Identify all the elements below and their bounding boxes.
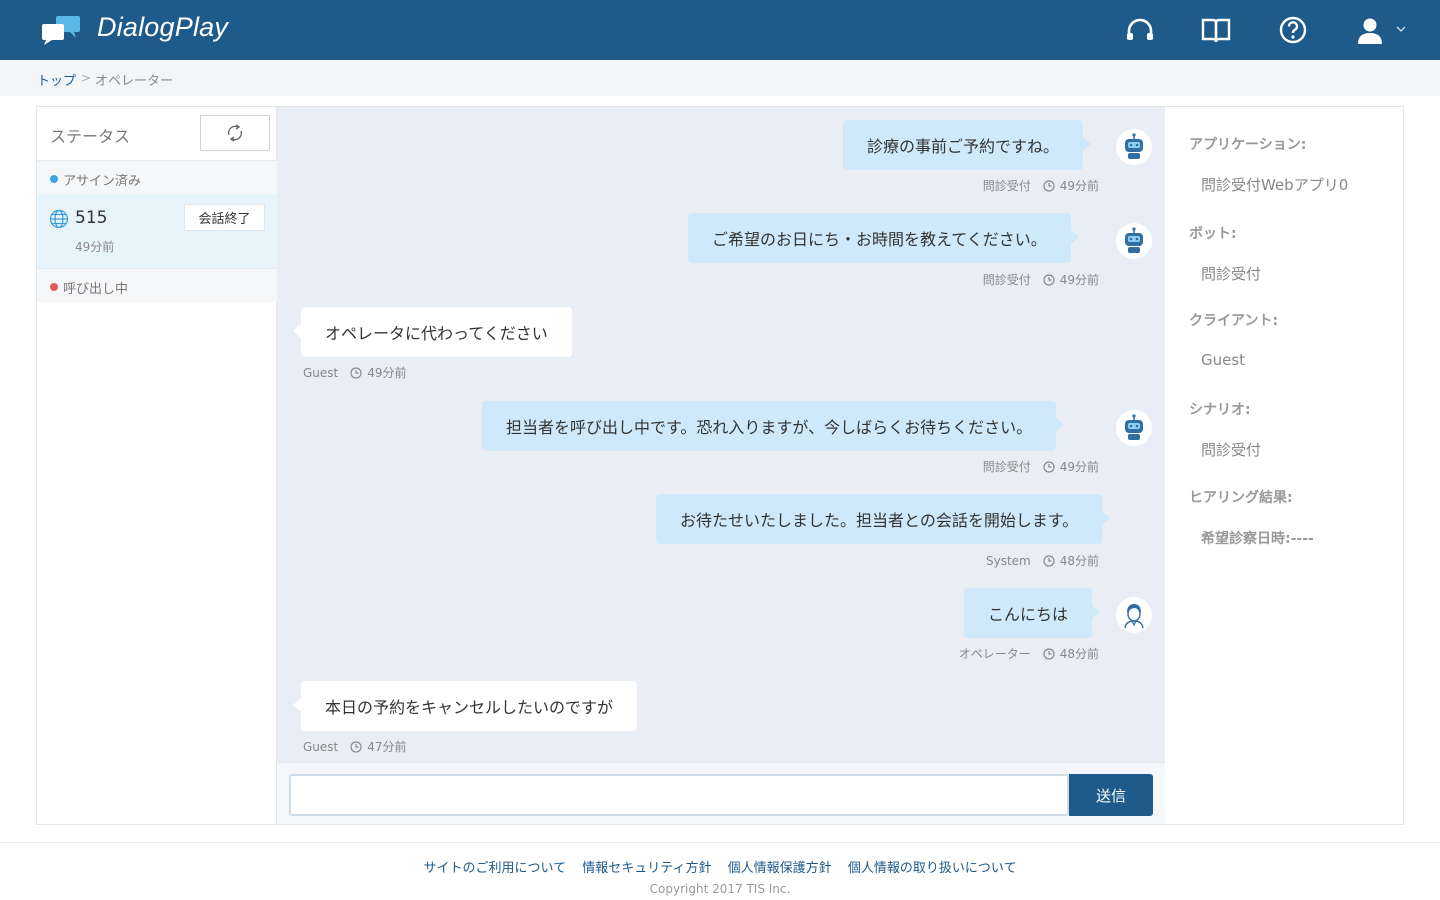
application-label: アプリケーション: bbox=[1189, 137, 1307, 153]
breadcrumb-separator: > bbox=[81, 71, 92, 85]
clock-icon bbox=[1043, 554, 1055, 567]
hearing-result-label: ヒアリング結果: bbox=[1189, 490, 1293, 506]
footer-link-terms[interactable]: サイトのご利用について bbox=[424, 861, 567, 876]
footer: サイトのご利用について 情報セキュリティ方針 個人情報保護方針 個人情報の取り扱… bbox=[0, 842, 1440, 900]
conversation-id: 515 bbox=[75, 208, 108, 228]
message-time: 49分前 bbox=[1059, 179, 1099, 193]
operator-icon bbox=[1124, 604, 1144, 629]
message-time: 49分前 bbox=[367, 366, 407, 380]
clock-icon bbox=[1043, 179, 1055, 192]
chat-message-bot: ご希望のお日にち・お時間を教えてください。 bbox=[688, 213, 1079, 263]
application-value: 問診受付Webアプリ0 bbox=[1201, 176, 1349, 194]
footer-link-security[interactable]: 情報セキュリティ方針 bbox=[582, 861, 711, 876]
refresh-icon bbox=[227, 124, 243, 142]
clock-icon bbox=[350, 366, 362, 379]
bot-value: 問診受付 bbox=[1201, 265, 1262, 283]
bot-avatar bbox=[1116, 129, 1152, 165]
clock-icon bbox=[350, 740, 362, 753]
message-time: 49分前 bbox=[1059, 273, 1099, 287]
client-value: Guest bbox=[1201, 351, 1246, 369]
copyright: Copyright 2017 TIS Inc. bbox=[649, 882, 791, 896]
message-meta: 問診受付 49分前 bbox=[983, 458, 1099, 475]
scenario-label: シナリオ: bbox=[1189, 402, 1251, 418]
chat-message-system: お待たせいたしました。担当者との会話を開始します。 bbox=[656, 494, 1111, 544]
message-composer: 送信 bbox=[277, 762, 1165, 824]
help-icon[interactable] bbox=[1277, 14, 1309, 46]
message-meta: Guest 49分前 bbox=[303, 364, 407, 381]
chat-message-bot: 診療の事前ご予約ですね。 bbox=[843, 120, 1092, 170]
end-conversation-button[interactable]: 会話終了 bbox=[184, 204, 265, 231]
assigned-section: アサイン済み bbox=[37, 160, 277, 194]
status-title: ステータス bbox=[50, 127, 131, 146]
user-icon[interactable] bbox=[1354, 14, 1386, 46]
chat-message-bot: 担当者を呼び出し中です。恐れ入りますが、今しばらくお待ちください。 bbox=[482, 401, 1065, 451]
bot-avatar bbox=[1116, 223, 1152, 259]
robot-icon bbox=[1125, 414, 1143, 440]
refresh-button[interactable] bbox=[200, 115, 270, 151]
logo-icon bbox=[42, 16, 80, 45]
message-time: 47分前 bbox=[367, 740, 407, 754]
message-meta: System 48分前 bbox=[986, 552, 1099, 569]
robot-icon bbox=[1125, 227, 1143, 253]
message-sender: 問診受付 bbox=[982, 460, 1031, 474]
operator-avatar bbox=[1116, 597, 1152, 633]
message-sender: オペレーター bbox=[958, 647, 1031, 661]
chat-message-guest: 本日の予約をキャンセルしたいのですが bbox=[292, 681, 638, 731]
calling-section: 呼び出し中 bbox=[37, 268, 277, 302]
chat-message-guest: オペレータに代わってください bbox=[293, 307, 572, 357]
hearing-result-value: 希望診察日時:---- bbox=[1201, 531, 1314, 547]
brand-name[interactable]: DialogPlay bbox=[97, 12, 228, 43]
headset-icon[interactable] bbox=[1124, 14, 1156, 46]
book-icon[interactable] bbox=[1200, 14, 1232, 46]
globe-icon bbox=[49, 209, 69, 229]
message-time: 48分前 bbox=[1059, 554, 1099, 568]
message-sender: 問診受付 bbox=[982, 179, 1031, 193]
conversation-time: 49分前 bbox=[75, 240, 115, 254]
message-sender: System bbox=[985, 553, 1031, 568]
bot-avatar bbox=[1116, 410, 1152, 446]
message-meta: オペレーター 48分前 bbox=[959, 645, 1099, 662]
clock-icon bbox=[1043, 273, 1055, 286]
message-meta: 問診受付 49分前 bbox=[983, 177, 1099, 194]
calling-dot bbox=[50, 283, 58, 291]
status-panel: ステータス アサイン済み 515 49分前 会話終了 呼び出し中 bbox=[37, 107, 277, 824]
send-button[interactable]: 送信 bbox=[1069, 774, 1153, 816]
message-sender: 問診受付 bbox=[982, 273, 1031, 287]
assigned-dot bbox=[50, 175, 58, 183]
message-meta: 問診受付 49分前 bbox=[983, 271, 1099, 288]
message-time: 49分前 bbox=[1059, 460, 1099, 474]
breadcrumb-current: オペレーター bbox=[95, 74, 174, 89]
footer-link-privacy[interactable]: 個人情報保護方針 bbox=[728, 861, 832, 876]
details-panel: アプリケーション: 問診受付Webアプリ0 ボット: 問診受付 クライアント: … bbox=[1165, 107, 1403, 824]
assigned-label: アサイン済み bbox=[63, 174, 142, 189]
scenario-value: 問診受付 bbox=[1201, 441, 1262, 459]
message-sender: Guest bbox=[303, 365, 339, 380]
client-label: クライアント: bbox=[1189, 313, 1279, 329]
chat-area: 診療の事前ご予約ですね。 問診受付 49分前 ご希望のお日にち・お時間を教えてく… bbox=[277, 107, 1165, 824]
message-meta: Guest 47分前 bbox=[303, 738, 407, 755]
breadcrumb: トップ > オペレーター bbox=[0, 60, 1440, 96]
breadcrumb-top-link[interactable]: トップ bbox=[37, 70, 76, 89]
clock-icon bbox=[1043, 460, 1055, 473]
message-time: 48分前 bbox=[1059, 647, 1099, 661]
conversation-item[interactable]: 515 49分前 会話終了 bbox=[37, 194, 277, 268]
chat-message-operator: こんにちは bbox=[964, 588, 1101, 638]
footer-links: サイトのご利用について 情報セキュリティ方針 個人情報保護方針 個人情報の取り扱… bbox=[0, 857, 1440, 876]
calling-label: 呼び出し中 bbox=[63, 282, 129, 297]
footer-link-personal-info[interactable]: 個人情報の取り扱いについて bbox=[848, 861, 1017, 876]
robot-icon bbox=[1125, 133, 1143, 159]
message-input[interactable] bbox=[289, 774, 1069, 816]
operator-console: ステータス アサイン済み 515 49分前 会話終了 呼び出し中 診療の事前ご予… bbox=[36, 106, 1404, 825]
app-header: DialogPlay bbox=[0, 0, 1440, 60]
message-sender: Guest bbox=[303, 739, 339, 754]
chevron-down-icon[interactable] bbox=[1396, 24, 1406, 34]
bot-label: ボット: bbox=[1189, 226, 1237, 242]
clock-icon bbox=[1043, 647, 1055, 660]
